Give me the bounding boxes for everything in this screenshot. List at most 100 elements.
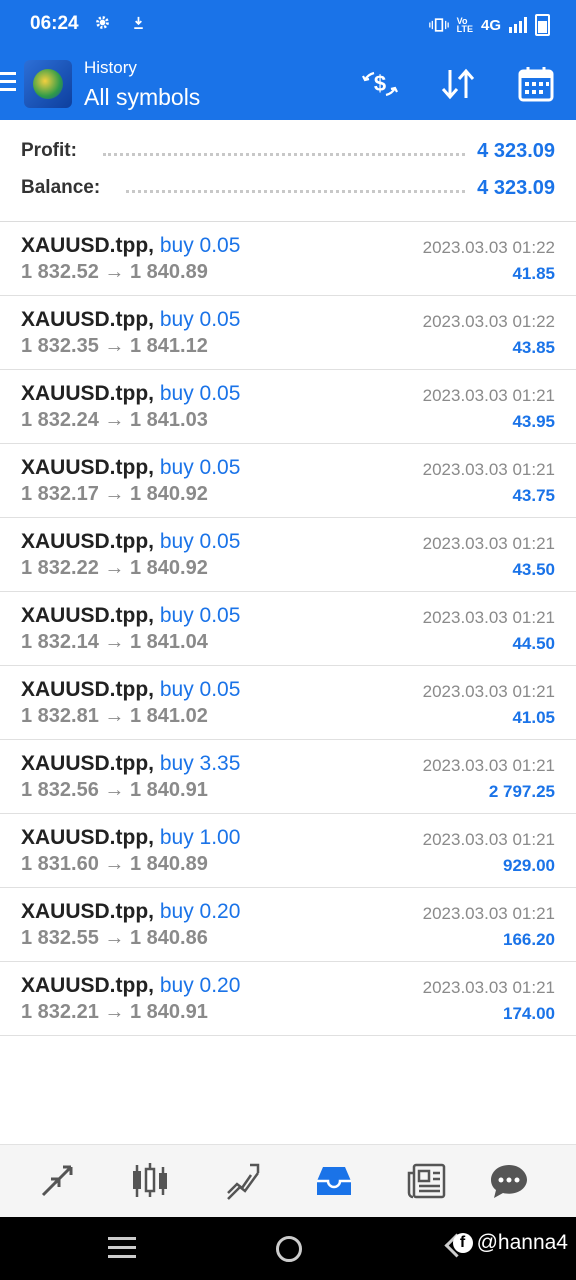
deal-open-price: 1 832.56 [21, 779, 99, 801]
deal-row[interactable]: XAUUSD.tpp, buy 3.35 1 832.56 → 1 840.91… [0, 740, 576, 814]
deal-row[interactable]: XAUUSD.tpp, buy 0.05 1 832.14 → 1 841.04… [0, 592, 576, 666]
deal-close-price: 1 841.12 [129, 335, 208, 357]
deal-side: buy 0.20 [159, 974, 241, 997]
deal-side: buy 0.05 [159, 382, 241, 405]
recent-apps-icon[interactable] [108, 1237, 136, 1258]
history-icon[interactable] [309, 1159, 359, 1203]
summary-panel: Profit: 4 323.09 Balance: 4 323.09 [0, 120, 576, 222]
deal-time: 2023.03.03 01:21 [422, 608, 555, 627]
menu-icon[interactable] [0, 72, 16, 94]
deal-profit: 41.05 [512, 708, 555, 727]
deal-row[interactable]: XAUUSD.tpp, buy 0.05 1 832.24 → 1 841.03… [0, 370, 576, 444]
deal-open-price: 1 832.21 [21, 1001, 99, 1023]
deal-profit: 43.85 [512, 338, 555, 357]
volte-icon: Vo LTE [456, 16, 473, 34]
status-time: 06:24 [30, 13, 79, 34]
deal-open-price: 1 832.24 [21, 409, 99, 431]
facebook-icon: f [452, 1233, 473, 1253]
gear-icon [96, 16, 109, 29]
deal-time: 2023.03.03 01:21 [422, 830, 555, 849]
deal-symbol: XAUUSD.tpp, [21, 900, 154, 923]
vibrate-icon [428, 18, 449, 32]
deal-list: XAUUSD.tpp, buy 0.05 1 832.52 → 1 840.89… [0, 222, 576, 1036]
deal-time: 2023.03.03 01:21 [422, 904, 555, 923]
deal-symbol: XAUUSD.tpp, [21, 752, 154, 775]
quotes-icon[interactable] [32, 1159, 82, 1203]
deal-time: 2023.03.03 01:21 [422, 978, 555, 997]
chat-icon[interactable] [484, 1159, 534, 1203]
deal-profit: 174.00 [503, 1004, 555, 1023]
profit-value: 4 323.09 [477, 139, 555, 162]
deal-symbol: XAUUSD.tpp, [21, 530, 154, 553]
divider [102, 152, 466, 156]
deal-close-price: 1 840.91 [129, 779, 208, 801]
deal-close-price: 1 840.86 [129, 927, 208, 949]
deal-profit: 2 797.25 [488, 782, 555, 801]
calendar-icon[interactable] [514, 62, 558, 106]
deal-profit: 41.85 [512, 264, 555, 283]
deal-side: buy 0.05 [159, 456, 241, 479]
home-icon[interactable] [276, 1236, 302, 1262]
deal-side: buy 0.20 [159, 900, 241, 923]
deal-close-price: 1 841.03 [129, 409, 208, 431]
watermark: f @hanna4 [452, 1231, 568, 1255]
deal-row[interactable]: XAUUSD.tpp, buy 0.05 1 832.52 → 1 840.89… [0, 222, 576, 296]
deal-open-price: 1 832.55 [21, 927, 99, 949]
deal-close-price: 1 840.92 [129, 557, 208, 579]
deal-symbol: XAUUSD.tpp, [21, 456, 154, 479]
deal-symbol: XAUUSD.tpp, [21, 382, 154, 405]
deal-time: 2023.03.03 01:21 [422, 386, 555, 405]
balance-value: 4 323.09 [477, 176, 555, 199]
deal-side: buy 0.05 [159, 308, 241, 331]
deal-symbol: XAUUSD.tpp, [21, 826, 154, 849]
deal-profit: 44.50 [512, 634, 555, 653]
deal-open-price: 1 832.35 [21, 335, 99, 357]
app-logo [24, 60, 72, 108]
trade-icon[interactable] [218, 1159, 268, 1203]
deal-row[interactable]: XAUUSD.tpp, buy 0.05 1 832.35 → 1 841.12… [0, 296, 576, 370]
deal-open-price: 1 832.22 [21, 557, 99, 579]
deal-symbol: XAUUSD.tpp, [21, 678, 154, 701]
deal-side: buy 1.00 [159, 826, 241, 849]
deal-close-price: 1 841.02 [129, 705, 208, 727]
deal-side: buy 3.35 [159, 752, 241, 775]
deal-row[interactable]: XAUUSD.tpp, buy 0.20 1 832.55 → 1 840.86… [0, 888, 576, 962]
profit-row: Profit: 4 323.09 [21, 136, 555, 166]
deal-symbol: XAUUSD.tpp, [21, 604, 154, 627]
currency-exchange-icon[interactable]: $ [358, 62, 402, 106]
deal-time: 2023.03.03 01:22 [422, 312, 555, 331]
deal-close-price: 1 840.89 [129, 853, 208, 875]
deal-profit: 43.75 [512, 486, 555, 505]
deal-open-price: 1 832.52 [21, 261, 99, 283]
deal-close-price: 1 840.92 [129, 483, 208, 505]
deal-profit: 929.00 [503, 856, 555, 875]
status-left-icons [94, 14, 147, 36]
chart-icon[interactable] [125, 1159, 175, 1203]
sort-icon[interactable] [436, 62, 480, 106]
deal-row[interactable]: XAUUSD.tpp, buy 1.00 1 831.60 → 1 840.89… [0, 814, 576, 888]
deal-profit: 166.20 [503, 930, 555, 949]
deal-row[interactable]: XAUUSD.tpp, buy 0.20 1 832.21 → 1 840.91… [0, 962, 576, 1036]
deal-time: 2023.03.03 01:21 [422, 756, 555, 775]
page-subtitle: History [84, 58, 137, 77]
deal-symbol: XAUUSD.tpp, [21, 308, 154, 331]
deal-row[interactable]: XAUUSD.tpp, buy 0.05 1 832.17 → 1 840.92… [0, 444, 576, 518]
profit-label: Profit: [21, 140, 77, 161]
balance-label: Balance: [21, 177, 101, 198]
deal-time: 2023.03.03 01:21 [422, 460, 555, 479]
deal-symbol: XAUUSD.tpp, [21, 234, 154, 257]
deal-open-price: 1 831.60 [21, 853, 99, 875]
deal-time: 2023.03.03 01:22 [422, 238, 555, 257]
download-icon [133, 16, 143, 30]
deal-profit: 43.50 [512, 560, 555, 579]
deal-row[interactable]: XAUUSD.tpp, buy 0.05 1 832.22 → 1 840.92… [0, 518, 576, 592]
deal-row[interactable]: XAUUSD.tpp, buy 0.05 1 832.81 → 1 841.02… [0, 666, 576, 740]
status-bar: 06:24 Vo LTE 4G [0, 0, 576, 48]
deal-close-price: 1 840.89 [129, 261, 208, 283]
deal-profit: 43.95 [512, 412, 555, 431]
deal-open-price: 1 832.17 [21, 483, 99, 505]
page-title[interactable]: All symbols [84, 84, 200, 111]
news-icon[interactable] [402, 1159, 452, 1203]
deal-side: buy 0.05 [159, 604, 241, 627]
deal-side: buy 0.05 [159, 530, 241, 553]
